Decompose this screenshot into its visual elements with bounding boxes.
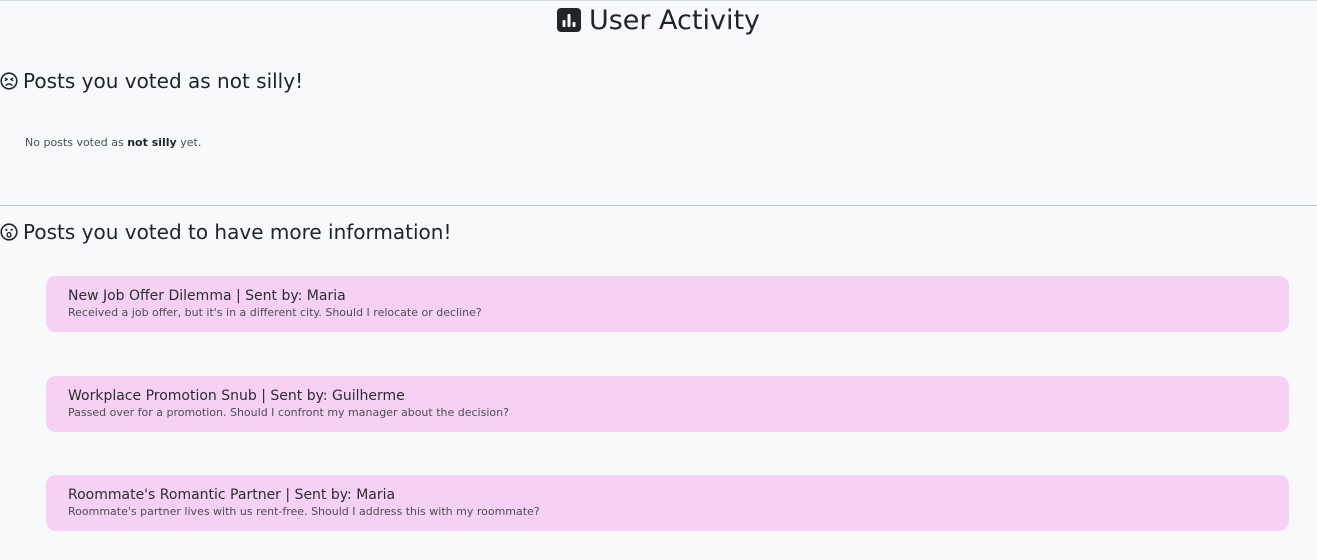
not-silly-heading-text: Posts you voted as not silly!: [23, 69, 304, 93]
post-description: Roommate's partner lives with us rent-fr…: [68, 505, 540, 518]
post-card[interactable]: Roommate's Romantic Partner | Sent by: M…: [46, 475, 1289, 531]
frowning-face-icon: [0, 70, 18, 90]
section-divider: [0, 205, 1317, 206]
post-title: Roommate's Romantic Partner | Sent by: M…: [68, 487, 396, 503]
surprised-face-icon: [0, 221, 18, 241]
empty-message-emphasis: not silly: [127, 136, 177, 149]
page-title-text: User Activity: [588, 5, 761, 36]
more-info-heading: Posts you voted to have more information…: [0, 219, 451, 245]
not-silly-heading: Posts you voted as not silly!: [0, 68, 303, 94]
top-divider: [0, 0, 1317, 1]
post-card[interactable]: Workplace Promotion Snub | Sent by: Guil…: [46, 376, 1289, 432]
empty-message-prefix: No posts voted as: [25, 136, 128, 149]
post-title: New Job Offer Dilemma | Sent by: Maria: [68, 288, 346, 304]
bar-chart-square-icon: [556, 7, 581, 32]
more-info-heading-text: Posts you voted to have more information…: [23, 220, 452, 244]
post-description: Received a job offer, but it's in a diff…: [68, 306, 482, 319]
post-title: Workplace Promotion Snub | Sent by: Guil…: [68, 388, 405, 404]
post-card[interactable]: New Job Offer Dilemma | Sent by: Maria R…: [46, 276, 1289, 332]
empty-message-suffix: yet.: [176, 136, 202, 149]
post-description: Passed over for a promotion. Should I co…: [68, 406, 509, 419]
not-silly-empty-message: No posts voted as not silly yet.: [25, 136, 201, 150]
page-title: User Activity: [0, 4, 1317, 38]
